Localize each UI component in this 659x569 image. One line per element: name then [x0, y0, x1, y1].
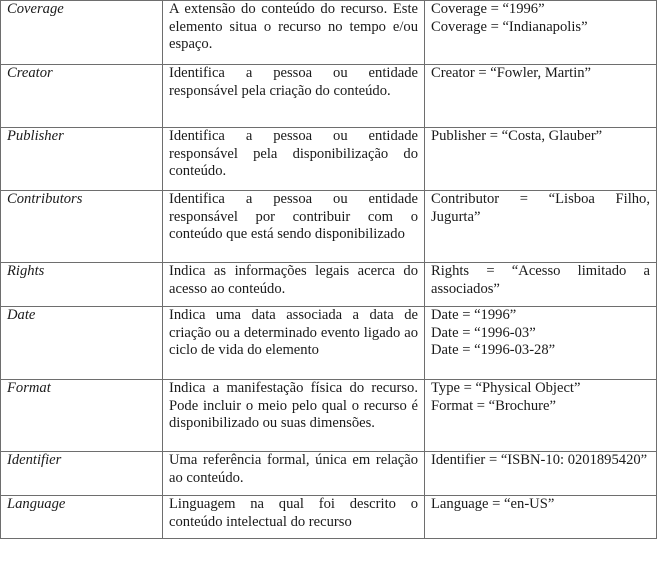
example-cell: Rights = “Acesso limitado a associados”: [424, 262, 657, 307]
description-cell: Identifica a pessoa ou entidade responsá…: [162, 127, 425, 191]
example-value: Date = “1996”: [431, 307, 517, 323]
table-body: Coverage A extensão do conteúdo do recurs…: [0, 0, 657, 539]
description-cell: Identifica a pessoa ou entidade responsá…: [162, 190, 425, 263]
description-cell: Identifica a pessoa ou entidade responsá…: [162, 64, 425, 128]
element-name-cell: Contributors: [0, 190, 163, 263]
element-name-cell: Rights: [0, 262, 163, 307]
element-name-cell: Creator: [0, 64, 163, 128]
example-cell: Type = “Physical Object” Format = “Brochu…: [424, 379, 657, 452]
element-name-cell: Identifier: [0, 451, 163, 496]
element-name-cell: Coverage: [0, 0, 163, 65]
example-value: Identifier = “ISBN-10: 0201895420”: [431, 452, 648, 468]
table-row: Coverage A extensão do conteúdo do recurs…: [0, 0, 657, 65]
example-value: Creator = “Fowler, Martin”: [431, 65, 592, 81]
metadata-elements-table: Coverage A extensão do conteúdo do recurs…: [0, 0, 657, 539]
example-value: Rights = “Acesso limitado a associados”: [431, 263, 650, 297]
example-cell: Contributor = “Lisboa Filho, Jugurta”: [424, 190, 657, 263]
document-page: Coverage A extensão do conteúdo do recurs…: [0, 0, 659, 569]
example-value: Publisher = “Costa, Glauber”: [431, 128, 603, 144]
example-value: Date = “1996-03-28”: [431, 342, 556, 359]
table-row: Language Linguagem na qual foi descrito o…: [0, 495, 657, 539]
element-name-cell: Date: [0, 306, 163, 380]
table-row: Date Indica uma data associada a data de …: [0, 306, 657, 380]
example-value: Coverage = “Indianapolis”: [431, 18, 588, 35]
example-value: Language = “en-US”: [431, 496, 555, 512]
example-cell: Date = “1996” Date = “1996-03” Date = “199…: [424, 306, 657, 380]
description-cell: Indica a manifestação física do recurso.…: [162, 379, 425, 452]
table-row: Rights Indica as informações legais acerc…: [0, 262, 657, 307]
example-cell: Publisher = “Costa, Glauber”: [424, 127, 657, 191]
example-value: Coverage = “1996”: [431, 1, 545, 17]
example-value: Date = “1996-03”: [431, 324, 536, 341]
example-cell: Language = “en-US”: [424, 495, 657, 539]
example-value: Contributor = “Lisboa Filho, Jugurta”: [431, 191, 650, 225]
description-cell: Indica uma data associada a data de cria…: [162, 306, 425, 380]
table-row: Format Indica a manifestação física do re…: [0, 379, 657, 452]
table-row: Publisher Identifica a pessoa ou entidade…: [0, 127, 657, 191]
description-cell: Indica as informações legais acerca do a…: [162, 262, 425, 307]
description-cell: A extensão do conteúdo do recurso. Este …: [162, 0, 425, 65]
example-cell: Identifier = “ISBN-10: 0201895420”: [424, 451, 657, 496]
element-name-cell: Format: [0, 379, 163, 452]
example-value: Type = “Physical Object”: [431, 380, 581, 396]
table-row: Contributors Identifica a pessoa ou entid…: [0, 190, 657, 263]
description-cell: Linguagem na qual foi descrito o conteúd…: [162, 495, 425, 539]
example-value: Format = “Brochure”: [431, 397, 556, 414]
element-name-cell: Publisher: [0, 127, 163, 191]
table-row: Creator Identifica a pessoa ou entidade r…: [0, 64, 657, 128]
table-row: Identifier Uma referência formal, única e…: [0, 451, 657, 496]
description-cell: Uma referência formal, única em relação …: [162, 451, 425, 496]
example-cell: Creator = “Fowler, Martin”: [424, 64, 657, 128]
element-name-cell: Language: [0, 495, 163, 539]
example-cell: Coverage = “1996” Coverage = “Indianapoli…: [424, 0, 657, 65]
